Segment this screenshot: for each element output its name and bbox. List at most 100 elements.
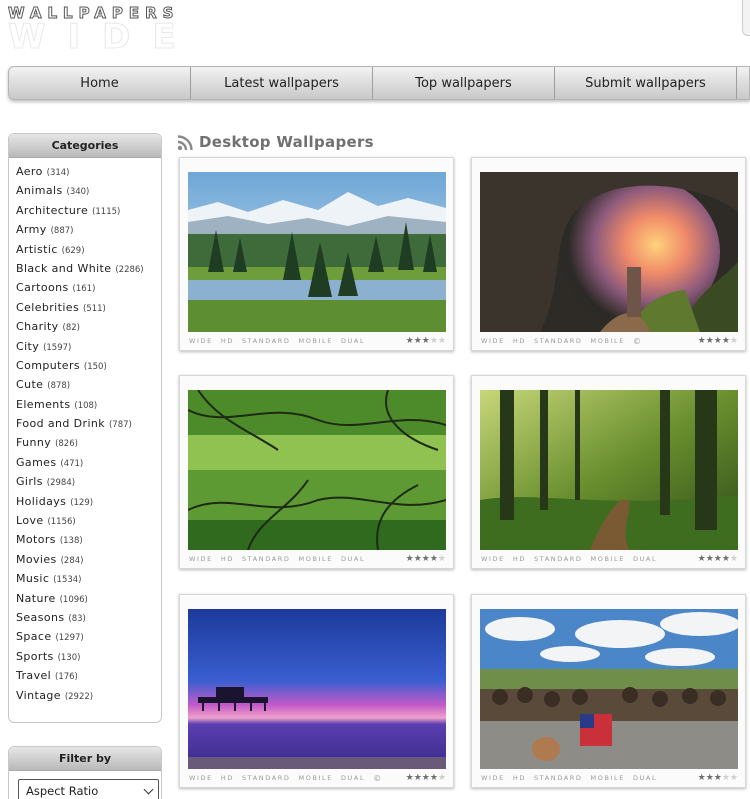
- star-filled-icon[interactable]: ★: [414, 336, 422, 346]
- category-link[interactable]: Food and Drink (787): [16, 417, 161, 436]
- star-filled-icon[interactable]: ★: [422, 336, 430, 346]
- format-dual[interactable]: DUAL: [633, 555, 657, 563]
- category-link[interactable]: Girls (2984): [16, 475, 161, 494]
- format-standard[interactable]: STANDARD: [242, 555, 291, 563]
- star-filled-icon[interactable]: ★: [414, 554, 422, 564]
- star-filled-icon[interactable]: ★: [406, 773, 414, 783]
- format-hd[interactable]: HD: [513, 337, 526, 346]
- format-hd[interactable]: HD: [221, 774, 234, 783]
- format-mobile[interactable]: MOBILE: [591, 555, 625, 563]
- star-filled-icon[interactable]: ★: [706, 336, 714, 346]
- rating-stars[interactable]: ★ ★ ★ ★ ★: [406, 773, 446, 783]
- category-link[interactable]: Celebrities (511): [16, 301, 161, 320]
- category-link[interactable]: Games (471): [16, 456, 161, 475]
- format-hd[interactable]: HD: [221, 337, 234, 345]
- format-hd[interactable]: HD: [513, 774, 526, 782]
- format-wide[interactable]: WIDE: [189, 337, 213, 345]
- format-mobile[interactable]: MOBILE: [591, 774, 625, 782]
- wallpaper-thumbnail[interactable]: [188, 172, 446, 332]
- site-logo[interactable]: WALLPAPERS WIDE: [8, 4, 258, 56]
- format-hd[interactable]: HD: [221, 555, 234, 563]
- nav-submit-wallpapers[interactable]: Submit wallpapers: [555, 67, 737, 99]
- star-filled-icon[interactable]: ★: [714, 336, 722, 346]
- star-filled-icon[interactable]: ★: [706, 554, 714, 564]
- star-empty-icon[interactable]: ★: [438, 554, 446, 564]
- category-link[interactable]: Architecture (1115): [16, 204, 161, 223]
- category-link[interactable]: Sports (130): [16, 650, 161, 669]
- format-standard[interactable]: STANDARD: [242, 337, 291, 345]
- category-link[interactable]: Artistic (629): [16, 243, 161, 262]
- nav-latest-wallpapers[interactable]: Latest wallpapers: [191, 67, 373, 99]
- star-empty-icon[interactable]: ★: [438, 336, 446, 346]
- star-filled-icon[interactable]: ★: [722, 336, 730, 346]
- format-hd[interactable]: HD: [513, 555, 526, 563]
- format-standard[interactable]: STANDARD: [242, 774, 291, 783]
- star-empty-icon[interactable]: ★: [730, 336, 738, 346]
- category-link[interactable]: Seasons (83): [16, 611, 161, 630]
- category-link[interactable]: Elements (108): [16, 398, 161, 417]
- format-wide[interactable]: WIDE: [481, 774, 505, 782]
- format-mobile[interactable]: MOBILE: [299, 337, 333, 345]
- category-link[interactable]: Music (1534): [16, 572, 161, 591]
- star-filled-icon[interactable]: ★: [698, 554, 706, 564]
- category-link[interactable]: Army (887): [16, 223, 161, 242]
- rss-feed-icon[interactable]: [177, 134, 194, 151]
- nav-top-wallpapers[interactable]: Top wallpapers: [373, 67, 555, 99]
- wallpaper-thumbnail[interactable]: [188, 390, 446, 550]
- category-link[interactable]: City (1597): [16, 340, 161, 359]
- star-filled-icon[interactable]: ★: [698, 773, 706, 783]
- category-link[interactable]: Space (1297): [16, 630, 161, 649]
- category-link[interactable]: Black and White (2286): [16, 262, 161, 281]
- format-mobile[interactable]: MOBILE: [299, 555, 333, 563]
- format-dual[interactable]: DUAL: [341, 774, 365, 783]
- star-filled-icon[interactable]: ★: [422, 773, 430, 783]
- format-dual[interactable]: DUAL: [341, 555, 365, 563]
- category-link[interactable]: Funny (826): [16, 436, 161, 455]
- format-wide[interactable]: WIDE: [189, 555, 213, 563]
- star-filled-icon[interactable]: ★: [422, 554, 430, 564]
- format-standard[interactable]: STANDARD: [534, 337, 583, 346]
- format-dual[interactable]: DUAL: [633, 774, 657, 782]
- star-empty-icon[interactable]: ★: [730, 554, 738, 564]
- star-filled-icon[interactable]: ★: [698, 336, 706, 346]
- star-filled-icon[interactable]: ★: [406, 336, 414, 346]
- star-filled-icon[interactable]: ★: [714, 773, 722, 783]
- format-wide[interactable]: WIDE: [189, 774, 213, 783]
- star-filled-icon[interactable]: ★: [714, 554, 722, 564]
- category-link[interactable]: Cartoons (161): [16, 281, 161, 300]
- star-filled-icon[interactable]: ★: [406, 554, 414, 564]
- star-empty-icon[interactable]: ★: [438, 773, 446, 783]
- format-wide[interactable]: WIDE: [481, 555, 505, 563]
- star-filled-icon[interactable]: ★: [722, 554, 730, 564]
- category-link[interactable]: Motors (138): [16, 533, 161, 552]
- star-filled-icon[interactable]: ★: [706, 773, 714, 783]
- format-mobile[interactable]: MOBILE: [299, 774, 333, 783]
- rating-stars[interactable]: ★ ★ ★ ★ ★: [406, 554, 446, 564]
- star-empty-icon[interactable]: ★: [430, 336, 438, 346]
- rating-stars[interactable]: ★ ★ ★ ★ ★: [406, 336, 446, 346]
- rating-stars[interactable]: ★ ★ ★ ★ ★: [698, 554, 738, 564]
- category-link[interactable]: Animals (340): [16, 184, 161, 203]
- wallpaper-thumbnail[interactable]: [480, 172, 738, 332]
- category-link[interactable]: Vintage (2922): [16, 689, 161, 708]
- category-link[interactable]: Nature (1096): [16, 592, 161, 611]
- wallpaper-thumbnail[interactable]: [188, 609, 446, 769]
- format-mobile[interactable]: MOBILE: [591, 337, 625, 346]
- star-filled-icon[interactable]: ★: [430, 554, 438, 564]
- star-filled-icon[interactable]: ★: [414, 773, 422, 783]
- format-standard[interactable]: STANDARD: [534, 774, 583, 782]
- category-link[interactable]: Charity (82): [16, 320, 161, 339]
- nav-home[interactable]: Home: [9, 67, 191, 99]
- category-link[interactable]: Computers (150): [16, 359, 161, 378]
- format-wide[interactable]: WIDE: [481, 337, 505, 346]
- format-dual[interactable]: DUAL: [341, 337, 365, 345]
- category-link[interactable]: Cute (878): [16, 378, 161, 397]
- star-empty-icon[interactable]: ★: [722, 773, 730, 783]
- category-link[interactable]: Holidays (129): [16, 495, 161, 514]
- star-filled-icon[interactable]: ★: [430, 773, 438, 783]
- rating-stars[interactable]: ★ ★ ★ ★ ★: [698, 336, 738, 346]
- aspect-ratio-select[interactable]: Aspect Ratio: [18, 779, 159, 799]
- star-empty-icon[interactable]: ★: [730, 773, 738, 783]
- category-link[interactable]: Aero (314): [16, 165, 161, 184]
- category-link[interactable]: Movies (284): [16, 553, 161, 572]
